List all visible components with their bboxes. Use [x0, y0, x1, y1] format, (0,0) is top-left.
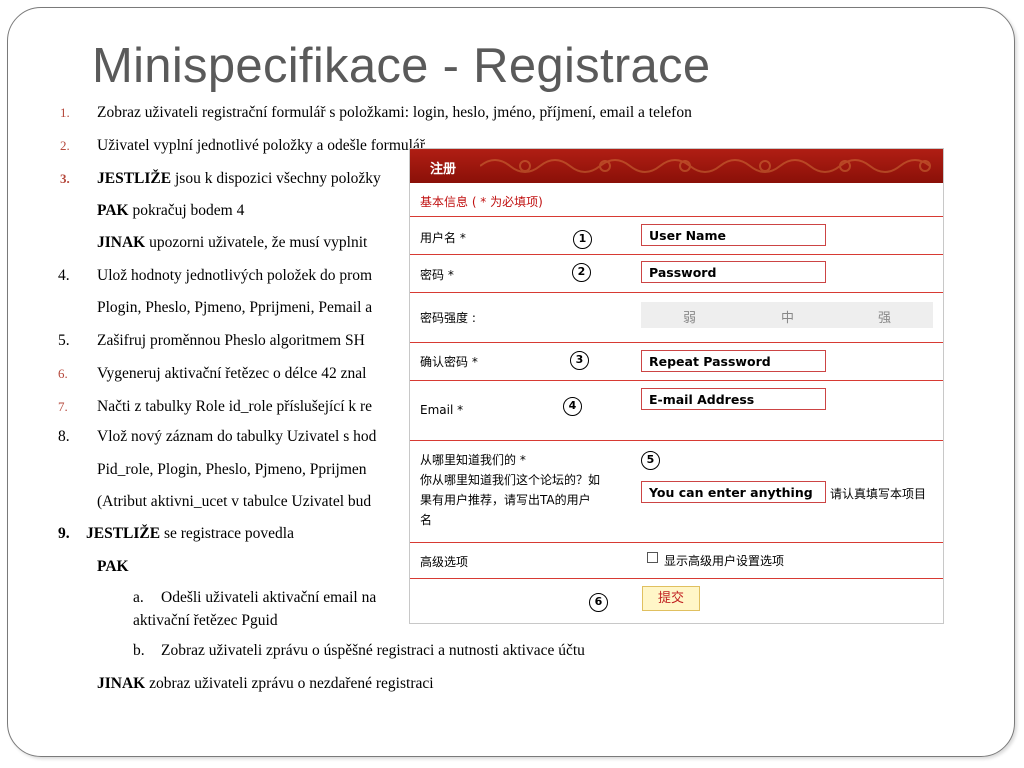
list-marker: 2.	[60, 138, 70, 153]
source-label: 从哪里知道我们的 *	[420, 453, 526, 467]
list-item: (Atribut aktivni_ucet v tabulce Uzivatel…	[97, 493, 372, 510]
list-item: JESTLIŽE jsou k dispozici všechny položk…	[97, 170, 381, 188]
password-row: 密码 * 2 Password	[410, 255, 943, 293]
username-label: 用户名 *	[420, 231, 466, 245]
list-item-text: upozorni uživatele, že musí vyplnit	[145, 234, 368, 251]
cloud-pattern	[480, 159, 931, 173]
keyword: JESTLIŽE	[97, 170, 172, 187]
registration-form-image: 注册 基本信息 ( * 为必填项) 用户名 * 1 User Name 密码 *…	[409, 148, 944, 624]
form-header: 注册	[410, 149, 943, 183]
list-item: JINAK upozorni uživatele, že musí vyplni…	[97, 234, 367, 252]
marker-circle: 5	[641, 451, 660, 470]
source-desc: 果有用户推荐，请写出TA的用户	[420, 493, 591, 507]
marker-circle: 3	[570, 351, 589, 370]
advanced-label: 高级选项	[420, 555, 469, 569]
list-item: aktivační řetězec Pguid	[133, 612, 278, 629]
list-item: Pid_role, Plogin, Pheslo, Pjmeno, Pprijm…	[97, 461, 367, 478]
list-item-text: se registrace povedla	[160, 525, 294, 542]
confirm-row: 确认密码 * 3 Repeat Password	[410, 343, 943, 381]
list-item: JINAK zobraz uživateli zprávu o nezdařen…	[97, 675, 434, 693]
source-desc: 名	[420, 513, 433, 527]
list-marker: 6.	[58, 366, 68, 381]
source-row: 从哪里知道我们的 * 你从哪里知道我们这个论坛的？如 果有用户推荐，请写出TA的…	[410, 441, 943, 543]
source-input: You can enter anything	[641, 481, 826, 503]
marker-circle: 6	[589, 593, 608, 612]
list-marker: 7.	[58, 399, 68, 414]
list-item-text: jsou k dispozici všechny položky	[171, 170, 381, 187]
list-item-text: zobraz uživateli zprávu o nezdařené regi…	[145, 675, 434, 692]
list-item: Načti z tabulky Role id_role příslušejíc…	[97, 398, 373, 415]
list-marker: 4.	[58, 267, 70, 284]
list-item: Plogin, Pheslo, Pjmeno, Pprijmeni, Pemai…	[97, 299, 373, 316]
advanced-checkbox	[647, 552, 658, 563]
list-marker: 3.	[60, 171, 70, 186]
email-row: Email * 4 E-mail Address	[410, 381, 943, 441]
strength-label: 密码强度 :	[420, 311, 476, 325]
list-marker: 9.	[58, 525, 70, 542]
strength-weak: 弱	[683, 311, 697, 326]
username-input: User Name	[641, 224, 826, 246]
keyword: PAK	[97, 558, 129, 575]
list-item: Odešli uživateli aktivační email na	[161, 589, 377, 606]
strength-row: 密码强度 : 弱 中 强	[410, 293, 943, 343]
email-input: E-mail Address	[641, 388, 826, 410]
list-marker: 1.	[60, 105, 70, 120]
strength-meter: 弱 中 强	[641, 302, 933, 328]
source-desc: 你从哪里知道我们这个论坛的？如	[420, 473, 601, 487]
page-title: Minispecifikace - Registrace	[92, 39, 711, 93]
marker-circle: 2	[572, 263, 591, 282]
list-marker: 8.	[58, 428, 70, 445]
list-item: PAK	[97, 558, 129, 576]
submit-button: 提交	[642, 586, 700, 611]
password-input: Password	[641, 261, 826, 283]
confirm-input: Repeat Password	[641, 350, 826, 372]
list-item: Vygeneruj aktivační řetězec o délce 42 z…	[97, 365, 367, 382]
password-label: 密码 *	[420, 268, 454, 282]
list-item: PAK pokračuj bodem 4	[97, 202, 244, 220]
list-item: JESTLIŽE se registrace povedla	[86, 525, 294, 543]
advanced-row: 高级选项 显示高级用户设置选项	[410, 543, 943, 579]
list-item-text: pokračuj bodem 4	[128, 202, 245, 219]
list-marker: b.	[133, 642, 145, 659]
strength-strong: 强	[878, 311, 892, 326]
list-item: Ulož hodnoty jednotlivých položek do pro…	[97, 267, 373, 284]
marker-circle: 1	[573, 230, 592, 249]
username-row: 用户名 * 1 User Name	[410, 217, 943, 255]
submit-row: 6 提交	[410, 579, 943, 623]
marker-circle: 4	[563, 397, 582, 416]
list-item: Zobraz uživateli registrační formulář s …	[97, 104, 692, 121]
keyword: PAK	[97, 202, 129, 219]
list-item: Zašifruj proměnnou Pheslo algoritmem SH	[97, 332, 365, 349]
keyword: JINAK	[97, 234, 146, 251]
advanced-checkbox-label: 显示高级用户设置选项	[664, 554, 785, 568]
keyword: JESTLIŽE	[86, 525, 161, 542]
keyword: JINAK	[97, 675, 146, 692]
section-title: 基本信息 ( * 为必填项)	[420, 195, 543, 209]
section-row: 基本信息 ( * 为必填项)	[410, 183, 943, 217]
email-label: Email *	[420, 403, 464, 417]
source-hint: 请认真填写本项目	[830, 487, 927, 501]
confirm-label: 确认密码 *	[420, 355, 478, 369]
strength-medium: 中	[781, 311, 795, 326]
form-title: 注册	[430, 162, 457, 177]
list-item: Uživatel vyplní jednotlivé položky a ode…	[97, 137, 425, 154]
list-marker: a.	[133, 589, 144, 606]
list-marker: 5.	[58, 332, 70, 349]
list-item: Vlož nový záznam do tabulky Uzivatel s h…	[97, 428, 377, 445]
list-item: Zobraz uživateli zprávu o úspěšné regist…	[161, 642, 585, 659]
